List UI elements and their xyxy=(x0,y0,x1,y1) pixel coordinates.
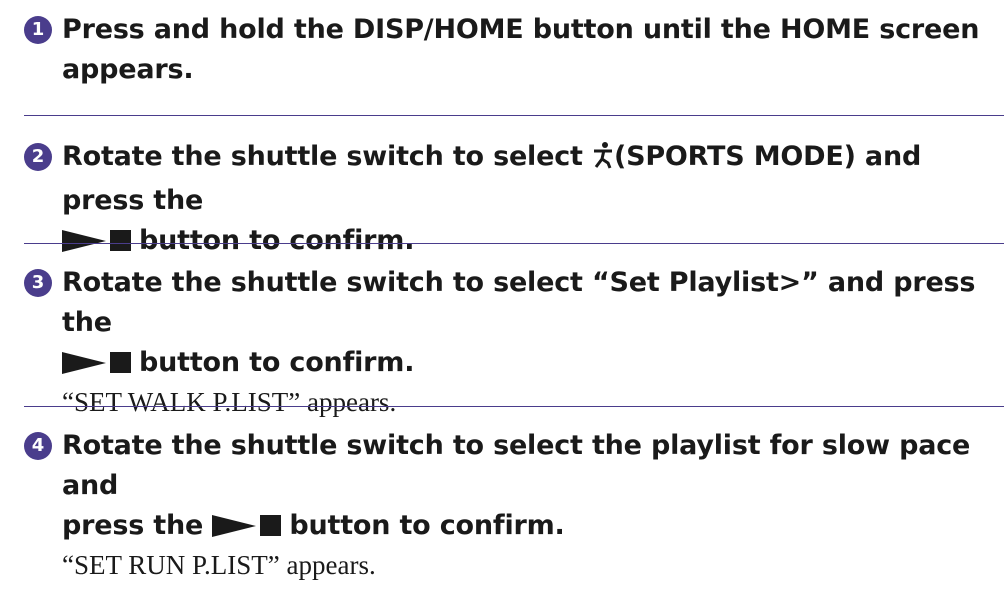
play-icon xyxy=(62,230,106,252)
instruction-text: button to confirm. xyxy=(139,225,415,256)
step-result: “SET WALK P.LIST” appears. xyxy=(62,387,397,417)
step-instruction: Press and hold the DISP/HOME button unti… xyxy=(62,10,1004,90)
step-number-badge: 3 xyxy=(24,269,52,297)
step-1: 1 Press and hold the DISP/HOME button un… xyxy=(0,10,1004,90)
step-result: “SET RUN P.LIST” appears. xyxy=(62,550,376,580)
instruction-line: Press and hold the DISP/HOME button unti… xyxy=(62,14,980,45)
step-instruction: Rotate the shuttle switch to select “Set… xyxy=(62,263,1004,383)
play-icon xyxy=(62,352,106,374)
step-instruction: Rotate the shuttle switch to select the … xyxy=(62,426,1004,546)
instruction-text: Rotate the shuttle switch to select xyxy=(62,141,583,172)
instruction-line: Rotate the shuttle switch to select “Set… xyxy=(62,267,976,338)
step-number-badge: 2 xyxy=(24,143,52,171)
instruction-text: button to confirm. xyxy=(139,347,415,378)
step-divider xyxy=(24,243,1004,244)
stop-icon xyxy=(260,515,282,536)
stop-icon xyxy=(110,352,131,373)
play-icon xyxy=(212,515,257,537)
instruction-text: button to confirm. xyxy=(289,510,565,541)
step-divider xyxy=(24,115,1004,116)
step-3: 3 Rotate the shuttle switch to select “S… xyxy=(0,263,1004,421)
instruction-line: appears. xyxy=(62,54,194,85)
sports-mode-icon xyxy=(592,141,614,181)
stop-icon xyxy=(110,230,131,251)
instruction-text: press the xyxy=(62,510,204,541)
step-4: 4 Rotate the shuttle switch to select th… xyxy=(0,426,1004,584)
step-divider xyxy=(24,406,1004,407)
step-number-badge: 1 xyxy=(24,16,52,44)
step-number-badge: 4 xyxy=(24,432,52,460)
instruction-line: Rotate the shuttle switch to select the … xyxy=(62,430,971,501)
